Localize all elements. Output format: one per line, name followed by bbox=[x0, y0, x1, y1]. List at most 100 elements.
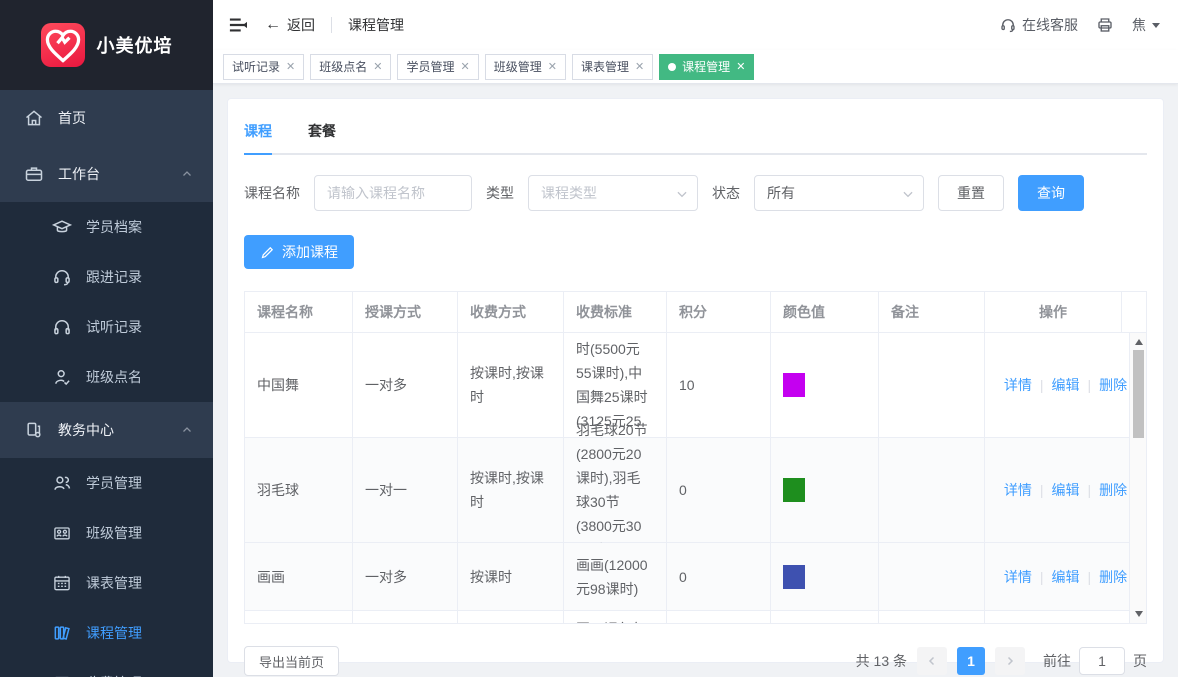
brand-logo bbox=[41, 23, 85, 67]
goto-suffix: 页 bbox=[1133, 651, 1147, 671]
goto-page-input[interactable] bbox=[1079, 647, 1125, 675]
scroll-up-arrow[interactable] bbox=[1130, 335, 1146, 349]
sidebar-item-trial-record[interactable]: 试听记录 bbox=[0, 302, 213, 352]
sidebar-item-followup-record[interactable]: 跟进记录 bbox=[0, 252, 213, 302]
cell-charge-standard: 国画课包年(4000 bbox=[564, 611, 667, 623]
table-scrollbar[interactable] bbox=[1129, 333, 1146, 623]
add-course-button[interactable]: 添加课程 bbox=[244, 235, 354, 269]
collapse-menu-icon[interactable] bbox=[227, 16, 249, 34]
tab-course[interactable]: 课程 bbox=[244, 117, 272, 153]
tag-class-mgmt[interactable]: 班级管理✕ bbox=[485, 54, 566, 80]
sidebar-item-student-mgmt[interactable]: 学员管理 bbox=[0, 458, 213, 508]
table-row: 羽毛球 一对一 按课时,按课时 羽毛球20节(2800元20课时),羽毛球30节… bbox=[245, 438, 1146, 543]
page-number-1[interactable]: 1 bbox=[957, 647, 985, 675]
course-table: 课程名称 授课方式 收费方式 收费标准 积分 颜色值 备注 操作 中国舞 bbox=[244, 291, 1147, 624]
close-icon[interactable]: ✕ bbox=[635, 60, 644, 73]
table-footer: 导出当前页 共 13 条 1 前往 页 bbox=[244, 646, 1147, 676]
course-name-label: 课程名称 bbox=[244, 183, 300, 203]
home-icon bbox=[24, 108, 44, 128]
status-select[interactable]: 所有 bbox=[754, 175, 924, 211]
close-icon[interactable]: ✕ bbox=[736, 60, 745, 73]
cell-course-name bbox=[245, 611, 353, 623]
panel-tabs: 课程 套餐 bbox=[244, 117, 1147, 155]
cell-points: 0 bbox=[667, 543, 771, 610]
active-dot bbox=[668, 63, 676, 71]
top-navbar: ← 返回 课程管理 在线客服 焦 bbox=[213, 0, 1178, 50]
delete-link[interactable]: 删除 bbox=[1099, 565, 1127, 589]
edit-link[interactable]: 编辑 bbox=[1052, 565, 1080, 589]
back-button[interactable]: ← 返回 bbox=[265, 15, 315, 35]
cell-teaching-mode: 一对多 bbox=[353, 543, 458, 610]
sidebar-item-label: 跟进记录 bbox=[86, 267, 142, 287]
cell-color bbox=[771, 333, 879, 437]
export-page-button[interactable]: 导出当前页 bbox=[244, 646, 339, 676]
tag-timetable-mgmt[interactable]: 课表管理✕ bbox=[572, 54, 653, 80]
delete-link[interactable]: 删除 bbox=[1099, 373, 1127, 397]
select-value: 所有 bbox=[767, 183, 795, 203]
close-icon[interactable]: ✕ bbox=[286, 60, 295, 73]
close-icon[interactable]: ✕ bbox=[460, 60, 469, 73]
goto-prefix: 前往 bbox=[1043, 651, 1071, 671]
chevron-down-icon bbox=[675, 187, 689, 201]
cell-course-name: 中国舞 bbox=[245, 333, 353, 437]
type-label: 类型 bbox=[486, 183, 514, 203]
reset-button[interactable]: 重置 bbox=[938, 175, 1004, 211]
sidebar-item-home[interactable]: 首页 bbox=[0, 90, 213, 146]
detail-link[interactable]: 详情 bbox=[1004, 373, 1032, 397]
scrollbar-thumb[interactable] bbox=[1133, 350, 1144, 438]
printer-icon[interactable] bbox=[1096, 16, 1114, 34]
chevron-down-icon bbox=[901, 187, 915, 201]
course-name-input[interactable] bbox=[314, 175, 472, 211]
sidebar-item-label: 试听记录 bbox=[86, 317, 142, 337]
search-button[interactable]: 查询 bbox=[1018, 175, 1084, 211]
tag-course-mgmt-active[interactable]: 课程管理✕ bbox=[659, 54, 754, 80]
sidebar-item-edu-center[interactable]: 教务中心 bbox=[0, 402, 213, 458]
sidebar-item-label: 首页 bbox=[58, 108, 193, 128]
back-arrow-icon: ← bbox=[265, 16, 281, 34]
sidebar-item-course-mgmt[interactable]: 课程管理 bbox=[0, 608, 213, 658]
sidebar-item-workbench[interactable]: 工作台 bbox=[0, 146, 213, 202]
sidebar-menu: 首页 工作台 学员档案 跟进记录 试听记录 bbox=[0, 90, 213, 677]
online-service-button[interactable]: 在线客服 bbox=[999, 15, 1078, 35]
tag-trial-record[interactable]: 试听记录✕ bbox=[223, 54, 304, 80]
tab-package[interactable]: 套餐 bbox=[308, 117, 336, 153]
cell-remark bbox=[879, 333, 985, 437]
scroll-down-arrow[interactable] bbox=[1130, 607, 1146, 621]
table-row: 画画 一对多 按课时 画画(12000元98课时) 0 详情| 编辑| bbox=[245, 543, 1146, 611]
detail-link[interactable]: 详情 bbox=[1004, 478, 1032, 502]
tag-class-rollcall[interactable]: 班级点名✕ bbox=[310, 54, 391, 80]
delete-link[interactable]: 删除 bbox=[1099, 478, 1127, 502]
workbench-submenu: 学员档案 跟进记录 试听记录 班级点名 bbox=[0, 202, 213, 402]
detail-link[interactable]: 详情 bbox=[1004, 565, 1032, 589]
edit-link[interactable]: 编辑 bbox=[1052, 373, 1080, 397]
user-menu[interactable]: 焦 bbox=[1132, 15, 1160, 35]
next-page-button[interactable] bbox=[995, 647, 1025, 675]
sidebar-item-class-rollcall[interactable]: 班级点名 bbox=[0, 352, 213, 402]
close-icon[interactable]: ✕ bbox=[373, 60, 382, 73]
close-icon[interactable]: ✕ bbox=[548, 60, 557, 73]
add-course-label: 添加课程 bbox=[282, 242, 338, 262]
tag-student-mgmt[interactable]: 学员管理✕ bbox=[397, 54, 478, 80]
device-gear-icon bbox=[24, 420, 44, 440]
sidebar-item-class-mgmt[interactable]: 班级管理 bbox=[0, 508, 213, 558]
total-count: 共 13 条 bbox=[856, 651, 907, 671]
sidebar-item-fee-mgmt[interactable]: 收费管理 bbox=[0, 658, 213, 677]
brand-name: 小美优培 bbox=[97, 32, 173, 58]
course-type-select[interactable]: 课程类型 bbox=[528, 175, 698, 211]
user-name: 焦 bbox=[1132, 15, 1146, 35]
caret-down-icon bbox=[1152, 23, 1160, 28]
cell-actions: 详情| 编辑| 删除 bbox=[985, 438, 1146, 542]
sidebar-item-student-archive[interactable]: 学员档案 bbox=[0, 202, 213, 252]
status-label: 状态 bbox=[712, 183, 740, 203]
headset-icon bbox=[999, 16, 1017, 34]
cell-teaching-mode: 一对一 bbox=[353, 438, 458, 542]
cell-actions: 详情| 编辑| 删除 bbox=[985, 543, 1146, 610]
divider bbox=[331, 17, 332, 33]
sidebar-item-timetable-mgmt[interactable]: 课表管理 bbox=[0, 558, 213, 608]
col-header: 授课方式 bbox=[353, 292, 458, 333]
table-row-partial: 国画课包年(4000 bbox=[245, 611, 1146, 623]
prev-page-button[interactable] bbox=[917, 647, 947, 675]
card-icon bbox=[52, 673, 72, 677]
edit-link[interactable]: 编辑 bbox=[1052, 478, 1080, 502]
table-row: 中国舞 一对多 按课时,按课时 中国舞55课时(5500元55课时),中国舞25… bbox=[245, 333, 1146, 438]
